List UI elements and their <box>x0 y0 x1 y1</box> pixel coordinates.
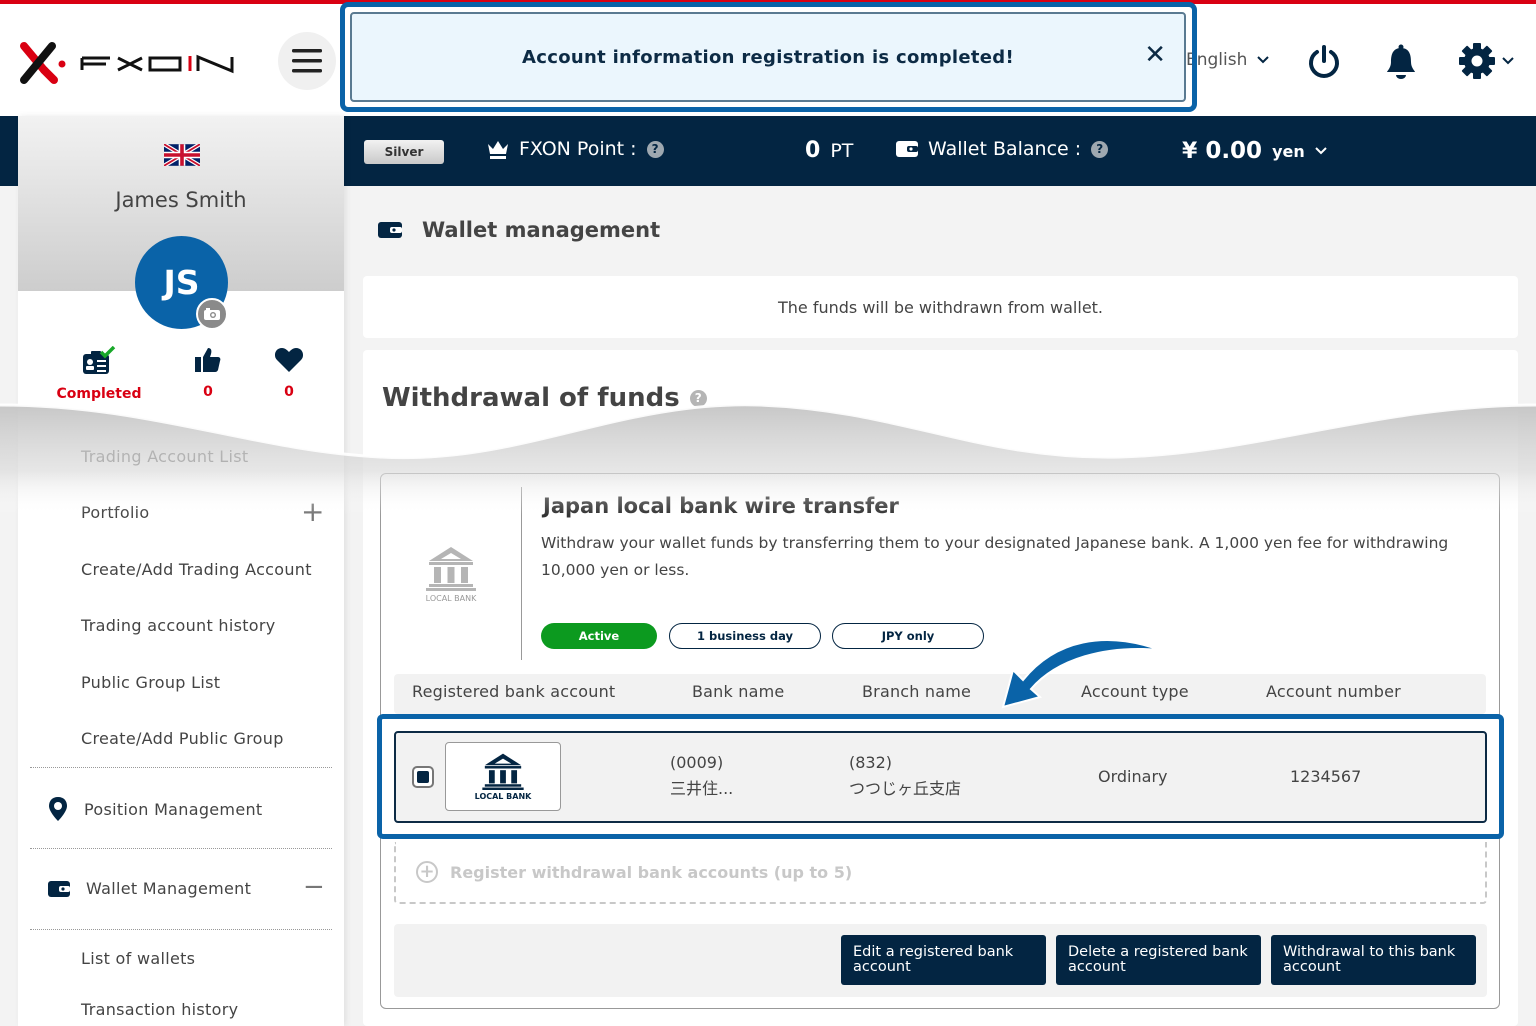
column-header-registered-account: Registered bank account <box>412 682 616 701</box>
sidebar-item-public-group-list[interactable]: Public Group List <box>81 673 220 692</box>
sidebar-item-create-public-group[interactable]: Create/Add Public Group <box>81 729 284 748</box>
row-select-checkbox[interactable] <box>412 766 434 788</box>
currency-badge: JPY only <box>832 623 984 649</box>
info-text: The funds will be withdrawn from wallet. <box>777 297 1104 317</box>
notifications-button[interactable] <box>1381 42 1421 82</box>
divider <box>521 487 522 660</box>
map-pin-icon <box>49 797 67 821</box>
account-number-cell: 1234567 <box>1290 767 1362 786</box>
wallet-icon <box>378 222 402 238</box>
id-card-check-icon <box>83 346 116 374</box>
plus-circle-icon: + <box>416 861 438 883</box>
crown-icon <box>488 141 508 159</box>
fxon-point-label: FXON Point : ? <box>487 138 664 160</box>
camera-icon <box>204 308 220 320</box>
withdraw-to-bank-button[interactable]: Withdrawal to this bank account <box>1271 935 1476 985</box>
uk-flag-icon[interactable] <box>164 144 200 166</box>
column-header-bank-name: Bank name <box>692 682 785 701</box>
method-description: Withdraw your wallet funds by transferri… <box>541 534 1449 579</box>
chevron-down-icon <box>1502 57 1514 65</box>
settings-button[interactable] <box>1458 42 1514 80</box>
processing-time-badge: 1 business day <box>669 623 821 649</box>
register-bank-account-button[interactable]: + Register withdrawal bank accounts (up … <box>394 842 1487 904</box>
divider <box>30 767 332 768</box>
info-card: The funds will be withdrawn from wallet. <box>363 276 1518 338</box>
menu-button[interactable] <box>278 32 336 90</box>
column-header-branch-name: Branch name <box>862 682 972 701</box>
sidebar-item-create-trading-account[interactable]: Create/Add Trading Account <box>81 560 312 579</box>
sidebar-item-trading-account-list[interactable]: Trading Account List <box>81 447 248 466</box>
wallet-icon <box>48 880 70 897</box>
sidebar-item-transaction-history[interactable]: Transaction history <box>81 1000 238 1019</box>
chevron-down-icon <box>1315 147 1327 155</box>
section-title: Withdrawal of funds ? <box>382 383 707 413</box>
bell-icon <box>1387 44 1415 79</box>
status-badge: Active <box>541 623 657 649</box>
wallet-balance-value: 0.00 <box>1205 138 1263 164</box>
language-selector[interactable]: English <box>1186 50 1270 70</box>
wallet-icon <box>896 141 918 157</box>
success-toast: Account information registration is comp… <box>350 12 1186 102</box>
wallet-balance-selector[interactable]: ¥ 0.00 yen <box>1182 138 1327 164</box>
help-icon[interactable]: ? <box>1091 140 1109 158</box>
favorites-count[interactable]: 0 <box>261 346 317 400</box>
collapse-icon[interactable]: − <box>303 872 325 902</box>
local-bank-method-icon: LOCAL BANK <box>421 545 481 605</box>
sidebar-item-wallet-management[interactable]: Wallet Management <box>48 879 251 898</box>
sidebar-item-list-of-wallets[interactable]: List of wallets <box>81 949 195 968</box>
chevron-down-icon <box>1257 56 1270 64</box>
bank-logo: LOCAL BANK <box>445 742 561 811</box>
fxon-point-value: 0 PT <box>805 138 854 163</box>
heart-icon <box>274 348 304 372</box>
close-icon[interactable]: ✕ <box>1144 42 1166 68</box>
bank-name-cell: (0009) 三井住... <box>670 753 734 798</box>
page-title: Wallet management <box>378 218 660 242</box>
sidebar-item-position-management[interactable]: Position Management <box>48 796 262 822</box>
help-icon[interactable]: ? <box>689 389 707 407</box>
method-title: Japan local bank wire transfer <box>543 494 899 518</box>
menu-icon <box>292 49 322 73</box>
column-header-account-type: Account type <box>1081 682 1189 701</box>
toast-message: Account information registration is comp… <box>522 46 1014 68</box>
fxon-logo[interactable] <box>18 40 238 84</box>
gear-icon <box>1459 43 1495 79</box>
divider <box>30 848 332 849</box>
user-name: James Smith <box>115 188 247 212</box>
edit-bank-account-button[interactable]: Edit a registered bank account <box>841 935 1046 985</box>
column-header-account-number: Account number <box>1266 682 1401 701</box>
sidebar-item-trading-account-history[interactable]: Trading account history <box>81 616 276 635</box>
expand-icon[interactable]: + <box>301 495 324 528</box>
help-icon[interactable]: ? <box>646 140 664 158</box>
account-type-cell: Ordinary <box>1098 767 1168 786</box>
logout-button[interactable] <box>1304 42 1344 82</box>
delete-bank-account-button[interactable]: Delete a registered bank account <box>1056 935 1261 985</box>
power-icon <box>1309 45 1339 78</box>
kyc-status[interactable]: Completed <box>57 346 142 402</box>
sidebar-item-portfolio[interactable]: Portfolio <box>81 503 150 522</box>
thumbs-up-icon <box>195 348 221 372</box>
tier-badge: Silver <box>364 140 444 164</box>
wallet-balance-label: Wallet Balance : ? <box>896 138 1109 160</box>
bank-icon <box>426 547 476 591</box>
branch-name-cell: (832) つつじヶ丘支店 <box>849 753 962 798</box>
sidebar: James Smith JS Completed 0 0 Trading Acc… <box>18 116 344 1026</box>
likes-count[interactable]: 0 <box>180 346 236 400</box>
bank-icon <box>482 753 524 790</box>
divider <box>30 929 332 930</box>
change-photo-button[interactable] <box>196 298 228 330</box>
